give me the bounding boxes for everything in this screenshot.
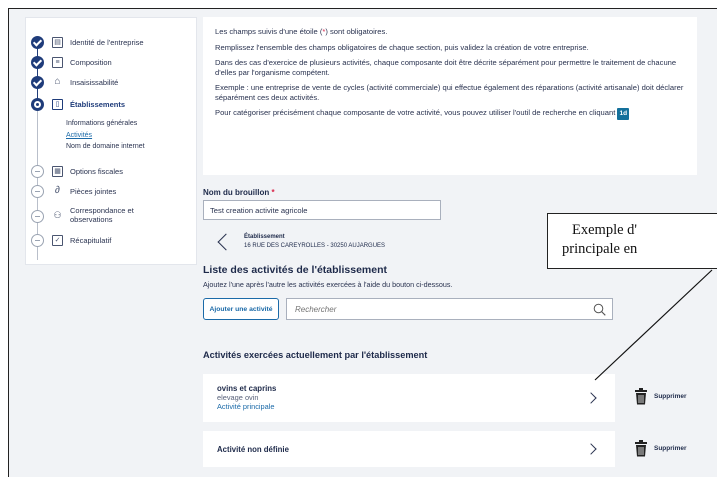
step-label: Composition <box>70 58 112 67</box>
trash-icon <box>635 440 647 457</box>
progress-line <box>37 42 38 100</box>
callout-line: Exemple d' <box>572 222 638 238</box>
id-card-icon: ▤ <box>52 37 63 48</box>
label-text: Nom du brouillon <box>203 188 270 197</box>
step-label: Correspondance et observations <box>70 206 134 224</box>
main-activity-tag: Activité principale <box>217 402 275 411</box>
instruction-paragraph: Dans des cas d'exercice de plusieurs act… <box>215 58 677 77</box>
step-label: Insaisissabilité <box>70 78 119 87</box>
check-icon <box>31 56 44 69</box>
building-icon: ▯ <box>52 99 63 110</box>
note-text: Les champs suivis d'une étoile ( <box>215 27 323 36</box>
instruction-paragraph: Remplissez l'ensemble des champs obligat… <box>215 42 589 52</box>
required-star: * <box>271 188 275 197</box>
pending-icon <box>31 234 44 247</box>
paperclip-icon: ∂ <box>55 185 60 196</box>
search-icon[interactable] <box>593 303 606 316</box>
checklist-icon: ✓ <box>52 235 63 246</box>
instruction-text: Pour catégoriser précisément chaque comp… <box>215 108 616 117</box>
house-icon: ⌂ <box>54 76 61 87</box>
check-icon <box>31 36 44 49</box>
subnav-activites[interactable]: Activités <box>66 132 92 139</box>
note-text: ) sont obligatoires. <box>325 27 388 36</box>
step-label: Établissements <box>70 100 126 109</box>
step-label: Identité de l'entreprise <box>70 38 144 47</box>
step-label: Options fiscales <box>70 167 123 176</box>
document-list-icon: ≡ <box>52 57 63 68</box>
activity-title: Activité non définie <box>217 445 289 454</box>
current-step-icon <box>31 98 44 111</box>
required-fields-note: Les champs suivis d'une étoile (*) sont … <box>215 27 689 37</box>
activity-title: ovins et caprins <box>217 384 277 393</box>
subnav-informations-generales[interactable]: Informations générales <box>66 120 137 127</box>
activity-card[interactable]: Activité non définie <box>203 431 615 467</box>
check-icon <box>31 76 44 89</box>
instruction-paragraph: Exemple : une entreprise de vente de cyc… <box>215 83 684 102</box>
activity-card[interactable]: ovins et caprins elevage ovin Activité p… <box>203 374 615 422</box>
activities-list-title: Liste des activités de l'établissement <box>203 264 387 276</box>
delete-label: Supprimer <box>654 393 687 400</box>
step-label: Récapitulatif <box>70 236 112 245</box>
chevron-right-icon <box>585 443 597 455</box>
step-label: Pièces jointes <box>70 187 117 196</box>
pending-icon <box>31 210 44 223</box>
trash-icon <box>635 388 647 405</box>
search-tool-link[interactable]: 1d <box>617 108 630 120</box>
activities-list-subtitle: Ajoutez l'une après l'autre les activité… <box>203 280 453 289</box>
step-navigation: ▤ Identité de l'entreprise ≡ Composition… <box>25 17 197 265</box>
subnav-nom-de-domaine[interactable]: Nom de domaine internet <box>66 143 145 150</box>
search-input[interactable] <box>286 298 613 320</box>
establishment-address: 16 RUE DES CAREYROLLES - 30250 AUJARGUES <box>244 243 386 249</box>
current-activities-title: Activités exercées actuellement par l'ét… <box>203 350 428 360</box>
instructions-panel: Les champs suivis d'une étoile (*) sont … <box>203 17 697 175</box>
callout-line: principale en <box>562 241 638 257</box>
delete-label: Supprimer <box>654 445 687 452</box>
delete-activity-button[interactable]: Supprimer <box>634 440 687 457</box>
instruction-paragraph: Pour catégoriser précisément chaque comp… <box>215 108 689 120</box>
grid-icon: ▦ <box>52 166 63 177</box>
activity-subtitle: elevage ovin <box>217 393 259 402</box>
pending-icon <box>31 165 44 178</box>
chevron-right-icon <box>585 392 597 404</box>
pending-icon <box>31 185 44 198</box>
draft-name-label: Nom du brouillon * <box>203 188 275 197</box>
people-icon: ⚇ <box>53 210 62 220</box>
draft-name-input[interactable] <box>203 200 441 220</box>
delete-activity-button[interactable]: Supprimer <box>634 388 687 405</box>
annotation-callout: Exemple d' principale en <box>547 213 717 269</box>
add-activity-button[interactable]: Ajouter une activité <box>203 298 279 320</box>
establishment-title: Établissement <box>244 234 285 240</box>
